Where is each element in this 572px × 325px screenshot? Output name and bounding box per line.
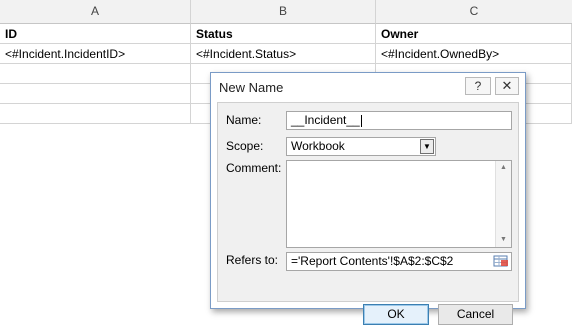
scroll-up-icon[interactable]: ▲ [496, 161, 511, 175]
close-icon: ✕ [501, 78, 513, 93]
refers-to-label: Refers to: [226, 253, 279, 267]
cell-b2[interactable]: <#Incident.Status> [191, 44, 376, 64]
comment-scrollbar[interactable]: ▲ ▼ [495, 161, 511, 247]
name-label: Name: [226, 113, 262, 127]
comment-label: Comment: [226, 161, 282, 175]
help-icon: ? [474, 79, 482, 93]
column-header-c[interactable]: C [376, 0, 572, 24]
cell-b1[interactable]: Status [191, 24, 376, 44]
comment-textarea[interactable]: ▲ ▼ [286, 160, 512, 248]
name-input-value: __Incident__ [291, 113, 360, 127]
scope-select[interactable]: Workbook ▼ [286, 137, 436, 156]
range-select-icon [493, 255, 508, 267]
refers-to-value: ='Report Contents'!$A$2:$C$2 [291, 254, 454, 268]
dialog-title-bar[interactable]: New Name ? ✕ [211, 73, 525, 101]
cell-a3[interactable] [0, 64, 191, 84]
cancel-button[interactable]: Cancel [438, 304, 513, 325]
help-button[interactable]: ? [465, 77, 491, 95]
refers-to-input[interactable]: ='Report Contents'!$A$2:$C$2 [286, 252, 512, 271]
cell-a2[interactable]: <#Incident.IncidentID> [0, 44, 191, 64]
cell-a5[interactable] [0, 104, 191, 124]
text-cursor [360, 114, 362, 127]
scope-select-value: Workbook [291, 139, 345, 153]
collapse-dialog-button[interactable] [492, 254, 510, 269]
column-header-a[interactable]: A [0, 0, 191, 24]
cell-a4[interactable] [0, 84, 191, 104]
dialog-body: Name: __Incident__ Scope: Workbook ▼ Com… [217, 102, 519, 325]
cell-c1[interactable]: Owner [376, 24, 572, 44]
dialog-title: New Name [219, 80, 284, 95]
cell-c2[interactable]: <#Incident.OwnedBy> [376, 44, 572, 64]
column-header-b[interactable]: B [191, 0, 376, 24]
cell-a1[interactable]: ID [0, 24, 191, 44]
new-name-dialog: New Name ? ✕ Name: __Incident__ Scope: W… [210, 72, 526, 325]
chevron-down-icon[interactable]: ▼ [420, 139, 434, 154]
ok-button[interactable]: OK [363, 304, 429, 325]
scope-label: Scope: [226, 139, 264, 153]
scroll-down-icon[interactable]: ▼ [496, 233, 511, 247]
close-button[interactable]: ✕ [495, 77, 519, 95]
name-input[interactable]: __Incident__ [286, 111, 512, 130]
